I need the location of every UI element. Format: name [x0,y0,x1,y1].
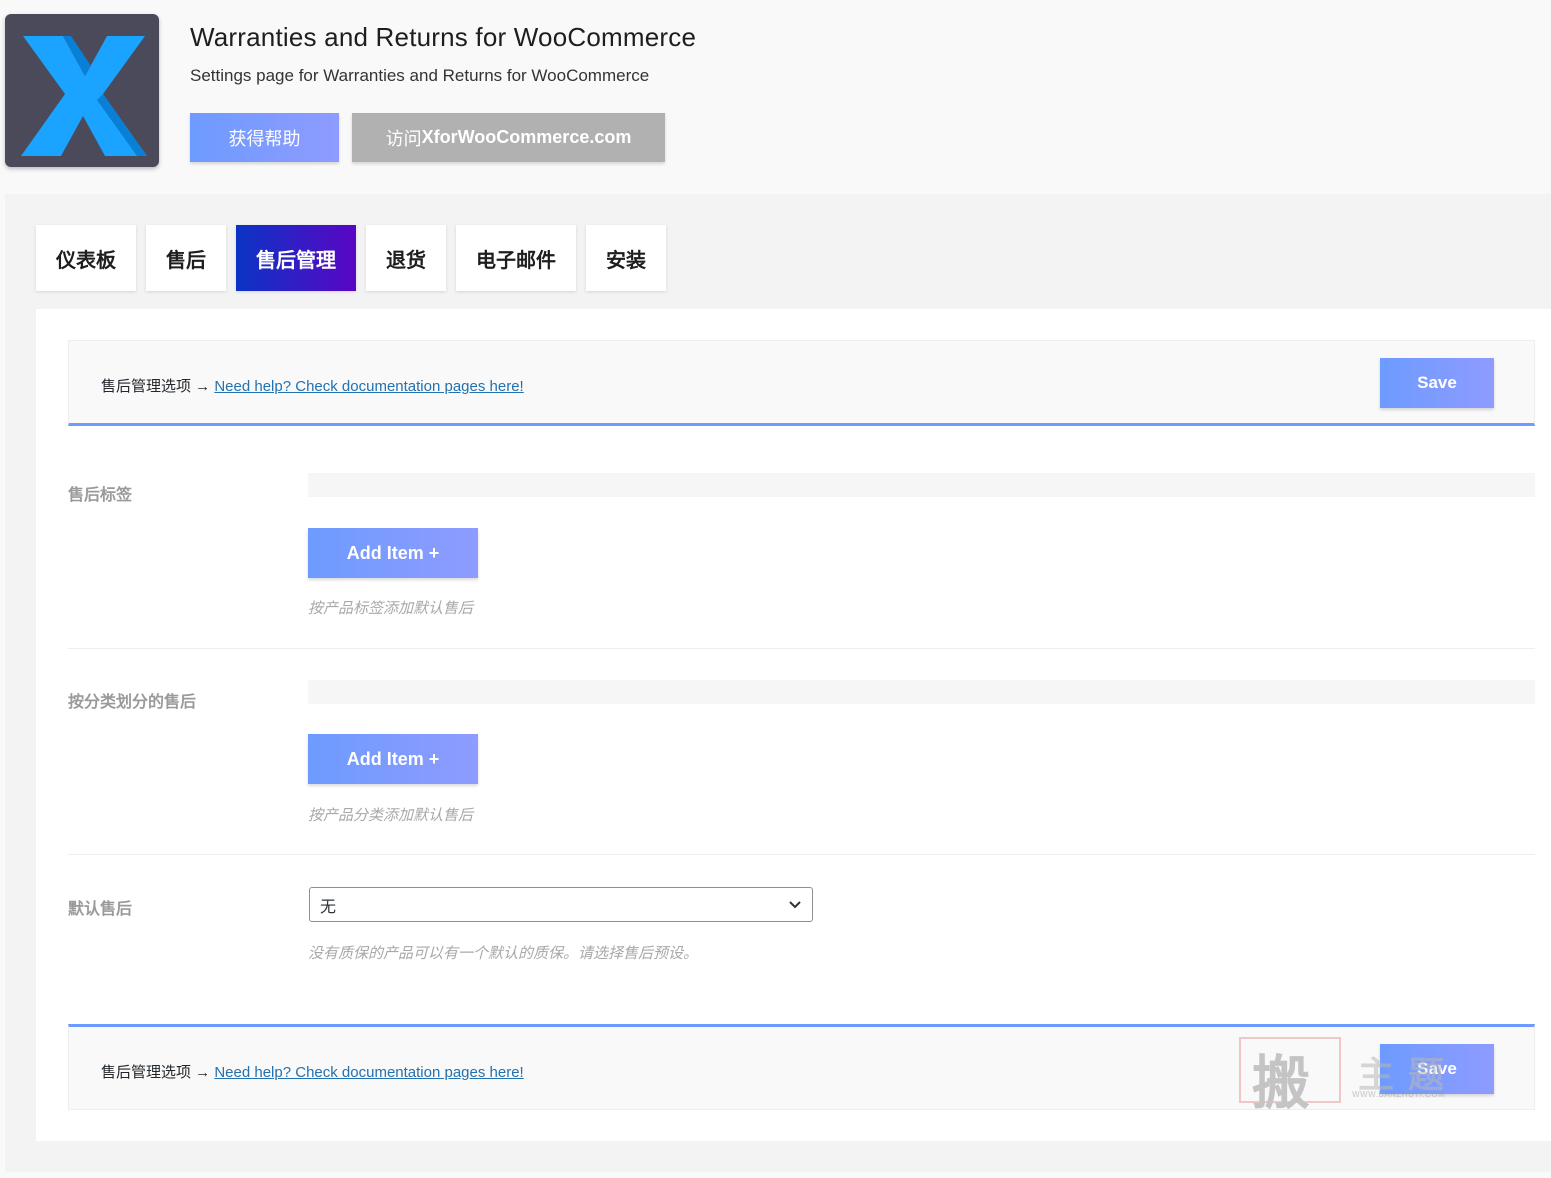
default-warranty-value: 无 [320,898,337,916]
default-warranty-select[interactable]: 无 [309,887,813,922]
warranty-categories-label: 按分类划分的售后 [68,694,197,711]
plugin-header: Warranties and Returns for WooCommerce S… [0,0,1551,194]
options-label: 售后管理选项 → [101,1064,211,1081]
tab-emails[interactable]: 电子邮件 [456,225,576,291]
documentation-link[interactable]: Need help? Check documentation pages her… [214,1064,523,1081]
options-heading: 售后管理选项 → Need help? Check documentation … [101,1061,524,1082]
add-category-item-button[interactable]: Add Item + [308,734,478,784]
top-save-bar: 售后管理选项 → Need help? Check documentation … [68,340,1535,426]
visit-site-button[interactable]: 访问 XforWooCommerce.com [352,113,665,162]
options-label: 售后管理选项 → [101,378,211,395]
visit-prefix: 访问 [385,128,422,149]
settings-content [36,309,1551,1141]
tab-dashboard[interactable]: 仪表板 [36,225,136,291]
plugin-logo [5,14,159,167]
settings-tabs: 仪表板 售后 售后管理 退货 电子邮件 安装 [36,225,666,291]
options-heading: 售后管理选项 → Need help? Check documentation … [101,375,524,396]
field-divider [68,648,1535,649]
tab-warranties[interactable]: 售后 [146,225,226,291]
tab-returns[interactable]: 退货 [366,225,446,291]
watermark-url: WWW.BANZHUTI.COM [1352,1090,1446,1099]
get-help-button[interactable]: 获得帮助 [190,113,339,162]
save-button[interactable]: Save [1380,358,1494,408]
warranty-categories-description: 按产品分类添加默认售后 [308,807,474,824]
field-divider [68,854,1535,855]
page-title: Warranties and Returns for WooCommerce [190,22,697,52]
tab-warranty-manager[interactable]: 售后管理 [236,225,356,291]
watermark-char: 搬 [1252,1049,1311,1117]
warranty-tags-description: 按产品标签添加默认售后 [308,600,474,617]
page-subtitle: Settings page for Warranties and Returns… [190,66,650,85]
default-warranty-description: 没有质保的产品可以有一个默认的质保。请选择售后预设。 [308,945,699,962]
default-warranty-label: 默认售后 [68,901,133,918]
tab-installation[interactable]: 安装 [586,225,666,291]
watermark: 搬 主 题 WWW.BANZHUTI.COM [1238,1036,1468,1117]
chevron-down-icon [789,901,801,909]
add-tag-item-button[interactable]: Add Item + [308,528,478,578]
visit-site-name: XforWooCommerce.com [421,127,632,147]
warranty-categories-list [308,680,1535,704]
x-logo-icon [21,36,147,156]
warranty-tags-label: 售后标签 [68,487,133,504]
documentation-link[interactable]: Need help? Check documentation pages her… [214,378,523,395]
warranty-tags-list [308,473,1535,497]
